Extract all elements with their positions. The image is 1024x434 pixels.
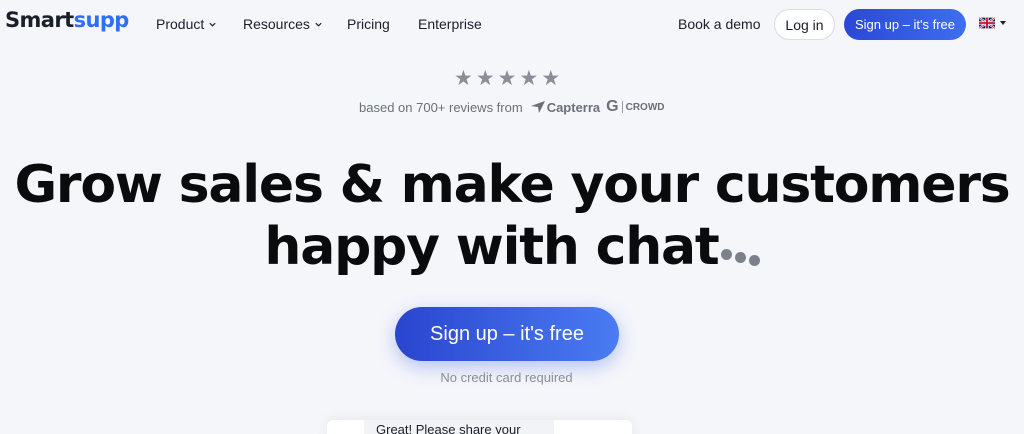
hero-signup-button[interactable]: Sign up – it's free xyxy=(395,307,619,361)
chat-preview-message: Great! Please share your xyxy=(376,422,521,434)
nav-resources[interactable]: Resources xyxy=(243,16,323,32)
hero-title: Grow sales & make your customers happy w… xyxy=(0,154,1024,278)
nav-enterprise-label: Enterprise xyxy=(418,16,482,32)
logo-divider xyxy=(621,101,623,113)
smartsupp-logo[interactable]: Smart supp xyxy=(5,8,129,32)
logo-text-supp: supp xyxy=(73,8,130,32)
login-button[interactable]: Log in xyxy=(774,9,835,40)
star-icon: ★ xyxy=(541,66,561,90)
signup-nav-button[interactable]: Sign up – it's free xyxy=(844,9,966,40)
crowd-label: CROWD xyxy=(625,101,665,113)
capterra-logo: Capterra xyxy=(530,99,601,115)
nav-product[interactable]: Product xyxy=(156,16,217,32)
g2-crowd-logo: G CROWD xyxy=(606,98,664,116)
nav-product-label: Product xyxy=(156,16,205,32)
reviews-text: based on 700+ reviews from xyxy=(359,99,523,115)
star-rating: ★ ★ ★ ★ ★ xyxy=(454,67,560,89)
hero-title-line2: happy with chat xyxy=(264,217,719,277)
hero-title-line1: Grow sales & make your customers xyxy=(14,155,1010,215)
no-credit-card-note: No credit card required xyxy=(440,370,573,385)
g2-letter: G xyxy=(606,98,619,115)
star-icon: ★ xyxy=(454,66,473,90)
chevron-down-icon xyxy=(209,22,216,27)
nav-pricing-label: Pricing xyxy=(347,16,390,32)
nav-enterprise[interactable]: Enterprise xyxy=(418,16,482,32)
top-navbar: Smart supp Product Resources Pricing Ente… xyxy=(0,0,1024,50)
language-selector[interactable] xyxy=(979,17,1006,29)
capterra-arrow-icon xyxy=(530,101,545,113)
capterra-label: Capterra xyxy=(546,99,601,115)
book-demo-link[interactable]: Book a demo xyxy=(678,16,761,32)
uk-flag-icon xyxy=(979,17,995,29)
typing-dots-icon xyxy=(720,248,760,266)
star-icon: ★ xyxy=(475,66,495,90)
star-icon: ★ xyxy=(497,66,517,90)
nav-resources-label: Resources xyxy=(243,16,310,32)
chevron-down-icon xyxy=(315,22,322,27)
hero-title-line2-wrap: happy with chat xyxy=(0,216,1024,278)
logo-text-smart: Smart xyxy=(5,8,74,32)
nav-pricing[interactable]: Pricing xyxy=(347,16,390,32)
caret-down-icon xyxy=(1000,21,1006,25)
reviews-line: based on 700+ reviews from Capterra G CR… xyxy=(359,98,665,116)
star-icon: ★ xyxy=(519,66,539,90)
